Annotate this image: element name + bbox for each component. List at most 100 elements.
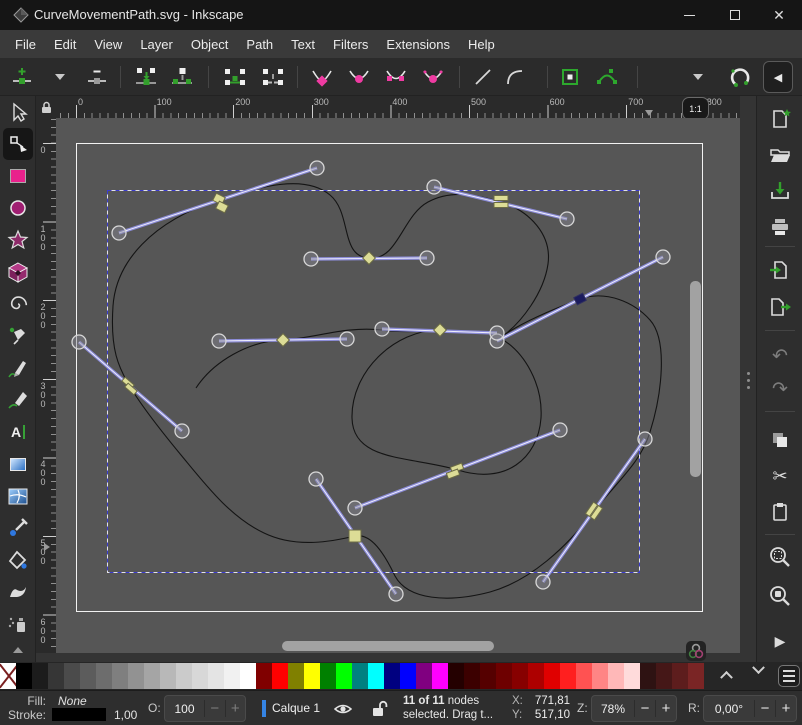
- calligraphy-tool[interactable]: [0, 384, 36, 416]
- opacity-decrease-button[interactable]: −: [204, 700, 225, 717]
- mesh-gradient-tool[interactable]: [0, 480, 36, 512]
- zoom-increase-button[interactable]: +: [655, 700, 676, 717]
- palette-swatch[interactable]: [80, 663, 96, 689]
- menu-layer[interactable]: Layer: [131, 33, 182, 56]
- rectangle-tool[interactable]: [0, 160, 36, 192]
- zoom-ratio-badge[interactable]: 1:1: [682, 97, 709, 120]
- segment-line-button[interactable]: [470, 64, 496, 90]
- menu-path[interactable]: Path: [237, 33, 282, 56]
- palette-swatch[interactable]: [688, 663, 704, 689]
- toolbox-scroll-up[interactable]: [0, 640, 36, 660]
- new-document-button[interactable]: [765, 104, 795, 134]
- spray-tool[interactable]: [0, 608, 36, 640]
- palette-swatch[interactable]: [656, 663, 672, 689]
- join-nodes-button[interactable]: [133, 64, 159, 90]
- save-document-button[interactable]: [765, 176, 795, 206]
- palette-swatch[interactable]: [672, 663, 688, 689]
- dock-resize-grip[interactable]: [745, 372, 751, 389]
- undo-button[interactable]: ↶: [765, 341, 795, 371]
- palette-swatch[interactable]: [352, 663, 368, 689]
- vertical-ruler[interactable]: 0100200300400500600: [36, 118, 56, 653]
- palette-swatch[interactable]: [640, 663, 656, 689]
- palette-swatch[interactable]: [304, 663, 320, 689]
- rotation-decrease-button[interactable]: −: [754, 700, 775, 717]
- palette-swatch[interactable]: [624, 663, 640, 689]
- palette-swatch[interactable]: [384, 663, 400, 689]
- palette-swatch[interactable]: [64, 663, 80, 689]
- vertical-scrollbar[interactable]: [690, 281, 701, 477]
- zoom-selection-button[interactable]: [765, 542, 795, 572]
- zoom-control[interactable]: 78% − +: [591, 695, 677, 722]
- expand-commands-button[interactable]: ▶: [765, 626, 795, 656]
- paint-bucket-tool[interactable]: [0, 544, 36, 576]
- pencil-tool[interactable]: [0, 352, 36, 384]
- join-with-segment-button[interactable]: [222, 64, 248, 90]
- palette-swatch[interactable]: [112, 663, 128, 689]
- node-auto-button[interactable]: [420, 64, 446, 90]
- menu-file[interactable]: File: [6, 33, 45, 56]
- palette-swatch[interactable]: [256, 663, 272, 689]
- palette-swatch[interactable]: [576, 663, 592, 689]
- palette-swatch[interactable]: [240, 663, 256, 689]
- object-to-path-button[interactable]: [557, 64, 583, 90]
- star-tool[interactable]: [0, 224, 36, 256]
- palette-swatch[interactable]: [32, 663, 48, 689]
- palette-swatch[interactable]: [400, 663, 416, 689]
- delete-node-button[interactable]: [84, 64, 110, 90]
- palette-swatch-none[interactable]: [0, 663, 16, 689]
- layer-visibility-icon[interactable]: [334, 702, 352, 716]
- rotation-increase-button[interactable]: +: [775, 700, 796, 717]
- print-button[interactable]: [765, 212, 795, 242]
- palette-swatch[interactable]: [480, 663, 496, 689]
- horizontal-scrollbar[interactable]: [282, 641, 494, 651]
- palette-swatch[interactable]: [496, 663, 512, 689]
- import-button[interactable]: [765, 255, 795, 285]
- palette-swatch[interactable]: [528, 663, 544, 689]
- palette-swatch[interactable]: [336, 663, 352, 689]
- palette-swatch[interactable]: [368, 663, 384, 689]
- export-button[interactable]: [765, 292, 795, 322]
- menu-filters[interactable]: Filters: [324, 33, 377, 56]
- node-smooth-button[interactable]: [346, 64, 372, 90]
- segment-curve-button[interactable]: [502, 64, 528, 90]
- duplicate-button[interactable]: [765, 425, 795, 455]
- open-document-button[interactable]: [765, 140, 795, 170]
- insert-node-options-button[interactable]: [47, 64, 73, 90]
- node-corner-button[interactable]: [309, 64, 335, 90]
- stroke-to-path-button[interactable]: [594, 64, 620, 90]
- opacity-value[interactable]: 100: [165, 702, 204, 716]
- rotation-control[interactable]: 0,00° − +: [703, 695, 797, 722]
- collapse-panel-button[interactable]: ◀: [763, 61, 793, 93]
- palette-swatch[interactable]: [128, 663, 144, 689]
- rotation-value[interactable]: 0,00°: [704, 702, 754, 716]
- ellipse-tool[interactable]: [0, 192, 36, 224]
- paste-button[interactable]: [765, 497, 795, 527]
- dropper-tool[interactable]: [0, 512, 36, 544]
- close-button[interactable]: ✕: [756, 0, 802, 30]
- color-managed-display-toggle[interactable]: [686, 641, 706, 661]
- delete-segment-button[interactable]: [260, 64, 286, 90]
- fill-value[interactable]: None: [58, 694, 87, 708]
- palette-swatch[interactable]: [16, 663, 32, 689]
- zoom-drawing-button[interactable]: [765, 581, 795, 611]
- layer-name[interactable]: Calque 1: [272, 701, 320, 715]
- menu-edit[interactable]: Edit: [45, 33, 85, 56]
- palette-swatch[interactable]: [432, 663, 448, 689]
- palette-swatch[interactable]: [464, 663, 480, 689]
- menu-view[interactable]: View: [85, 33, 131, 56]
- canvas[interactable]: [56, 118, 740, 653]
- redo-button[interactable]: ↷: [765, 374, 795, 404]
- box-3d-tool[interactable]: [0, 256, 36, 288]
- palette-swatch[interactable]: [176, 663, 192, 689]
- text-tool[interactable]: A: [0, 416, 36, 448]
- maximize-button[interactable]: [712, 0, 758, 30]
- palette-swatch[interactable]: [192, 663, 208, 689]
- stroke-color-swatch[interactable]: [52, 708, 106, 721]
- palette-scroll-up-button[interactable]: [722, 670, 734, 682]
- zoom-value[interactable]: 78%: [592, 702, 634, 716]
- pen-tool[interactable]: [0, 320, 36, 352]
- show-transform-handles-button[interactable]: [727, 64, 753, 90]
- palette-swatch[interactable]: [512, 663, 528, 689]
- zoom-decrease-button[interactable]: −: [634, 700, 655, 717]
- palette-scroll-down-button[interactable]: [754, 666, 766, 678]
